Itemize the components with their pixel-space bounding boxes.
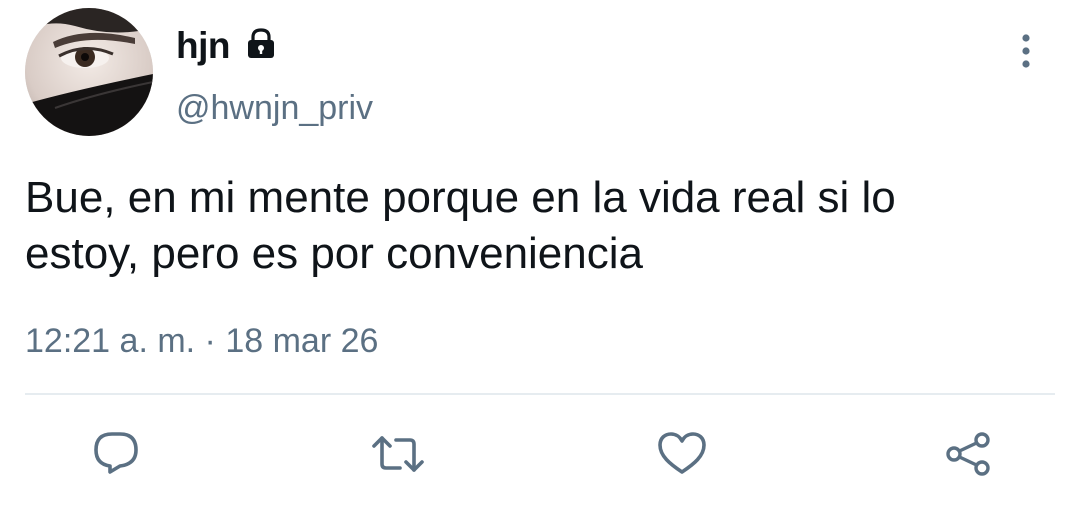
reply-icon — [94, 432, 138, 474]
tweet: hjn @hwnjn_priv Bue, en mi mente porque … — [0, 0, 1080, 506]
avatar[interactable] — [25, 8, 153, 136]
tweet-time: 12:21 a. m. — [25, 322, 196, 360]
retweet-icon — [372, 436, 424, 472]
tweet-timestamp[interactable]: 12:21 a. m. · 18 mar 26 — [25, 316, 378, 366]
tweet-date: 18 mar 26 — [225, 322, 379, 360]
share-icon — [946, 432, 990, 476]
retweet-button[interactable] — [370, 426, 426, 482]
avatar-image — [25, 8, 153, 136]
more-vertical-icon[interactable] — [1010, 30, 1042, 74]
lock-icon — [243, 26, 279, 62]
like-button[interactable] — [654, 426, 710, 482]
display-name[interactable]: hjn — [176, 24, 230, 68]
share-button[interactable] — [940, 426, 996, 482]
meta-separator: · — [195, 322, 226, 360]
reply-button[interactable] — [88, 426, 144, 482]
tweet-text: Bue, en mi mente porque en la vida real … — [25, 173, 896, 278]
username[interactable]: @hwnjn_priv — [176, 86, 373, 130]
divider — [25, 393, 1055, 395]
heart-icon — [658, 432, 706, 474]
